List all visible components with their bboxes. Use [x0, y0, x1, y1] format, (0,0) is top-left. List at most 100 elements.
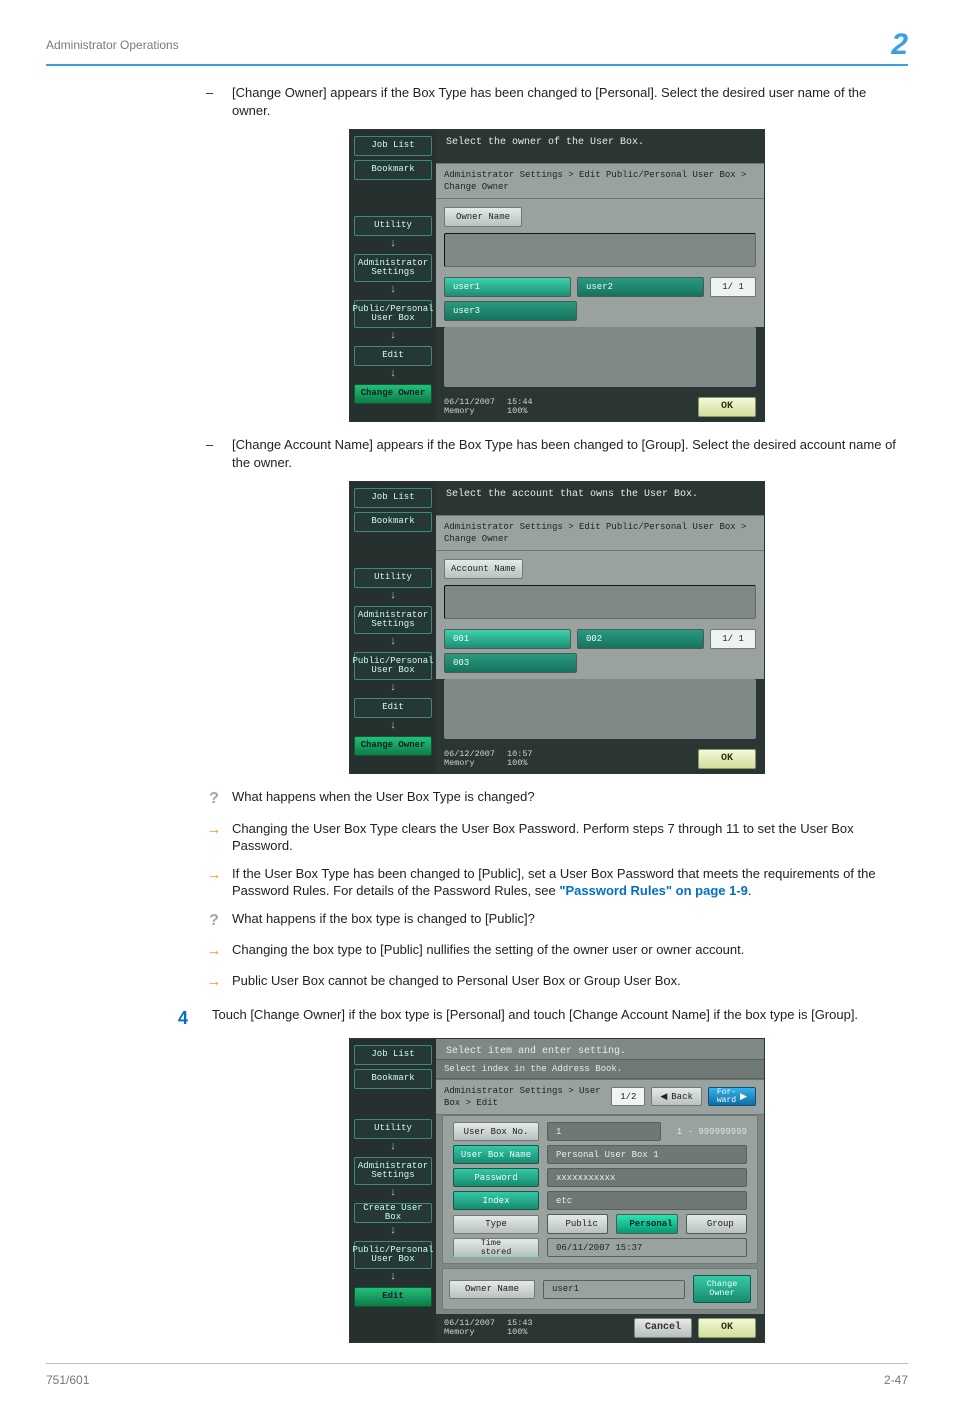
label-index[interactable]: Index [453, 1191, 539, 1210]
back-button[interactable]: ◀Back [651, 1087, 702, 1106]
side-create-user-box[interactable]: Create User Box [354, 1203, 432, 1223]
page-indicator: 1/2 [611, 1087, 645, 1106]
arrow-icon: ↓ [354, 370, 432, 380]
side-admin-settings[interactable]: Administrator Settings [354, 606, 432, 634]
value-user-box-name[interactable]: Personal User Box 1 [547, 1145, 747, 1164]
type-group[interactable]: Group [686, 1214, 747, 1234]
question-icon: ? [206, 910, 222, 932]
side-utility[interactable]: Utility [354, 216, 432, 236]
account-option-001[interactable]: 001 [444, 629, 571, 649]
account-name-field[interactable] [444, 585, 756, 619]
answer-item: →Public User Box cannot be changed to Pe… [206, 972, 908, 992]
side-bookmark[interactable]: Bookmark [354, 160, 432, 180]
panel-subhead: Select index in the Address Book. [436, 1059, 764, 1079]
owner-option-user1[interactable]: user1 [444, 277, 571, 297]
note-text: [Change Account Name] appears if the Box… [232, 436, 908, 471]
arrow-icon: ↓ [354, 1143, 432, 1153]
question-item: ?What happens if the box type is changed… [206, 910, 908, 932]
type-personal[interactable]: Personal [616, 1214, 677, 1234]
empty-area [444, 679, 756, 739]
answer-item: →Changing the User Box Type clears the U… [206, 820, 908, 855]
label-owner-name: Owner Name [449, 1280, 535, 1299]
status-area: 06/11/2007Memory 15:44100% [444, 398, 533, 416]
ok-button[interactable]: OK [698, 397, 756, 417]
panel-breadcrumb: Administrator Settings > Edit Public/Per… [436, 163, 764, 199]
side-utility[interactable]: Utility [354, 568, 432, 588]
status-area: 06/11/2007Memory 15:43100% [444, 1319, 533, 1337]
panel-breadcrumb: Administrator Settings > Edit Public/Per… [436, 515, 764, 551]
value-index[interactable]: etc [547, 1191, 747, 1210]
side-job-list[interactable]: Job List [354, 1045, 432, 1065]
arrow-right-icon: → [206, 820, 222, 840]
pager: 1/ 1 [710, 629, 756, 649]
panel-instruction: Select the owner of the User Box. [436, 130, 764, 153]
footer-right: 2-47 [884, 1372, 908, 1388]
side-bookmark[interactable]: Bookmark [354, 1069, 432, 1089]
panel-change-owner-group: Job List Bookmark Utility ↓ Administrato… [349, 481, 765, 774]
side-edit[interactable]: Edit [354, 1287, 432, 1307]
footer-left: 751/601 [46, 1372, 89, 1388]
arrow-icon: ↓ [354, 1273, 432, 1283]
account-option-003[interactable]: 003 [444, 653, 577, 673]
note-item: – [Change Owner] appears if the Box Type… [206, 84, 908, 119]
status-area: 06/12/2007Memory 10:57100% [444, 750, 533, 768]
arrow-right-icon: → [206, 972, 222, 992]
owner-option-user3[interactable]: user3 [444, 301, 577, 321]
ok-button[interactable]: OK [698, 1318, 756, 1338]
arrow-icon: ↓ [354, 240, 432, 250]
label-user-box-name[interactable]: User Box Name [453, 1145, 539, 1164]
side-edit[interactable]: Edit [354, 346, 432, 366]
panel-user-box-edit: Job List Bookmark Utility ↓ Administrato… [349, 1038, 765, 1343]
side-edit[interactable]: Edit [354, 698, 432, 718]
change-owner-button[interactable]: Change Owner [693, 1275, 751, 1303]
range-user-box-no: 1 - 999999999 [677, 1126, 747, 1138]
password-rules-link[interactable]: "Password Rules" on page 1-9 [559, 883, 748, 898]
arrow-icon: ↓ [354, 592, 432, 602]
label-password[interactable]: Password [453, 1168, 539, 1187]
owner-name-field[interactable] [444, 233, 756, 267]
side-bookmark[interactable]: Bookmark [354, 512, 432, 532]
side-utility[interactable]: Utility [354, 1119, 432, 1139]
arrow-right-icon: → [206, 865, 222, 885]
account-option-002[interactable]: 002 [577, 629, 704, 649]
note-item: – [Change Account Name] appears if the B… [206, 436, 908, 471]
field-label-account-name: Account Name [444, 559, 523, 579]
arrow-icon: ↓ [354, 1189, 432, 1199]
answer-item: →Changing the box type to [Public] nulli… [206, 941, 908, 961]
value-time-stored: 06/11/2007 15:37 [547, 1238, 747, 1257]
question-item: ?What happens when the User Box Type is … [206, 788, 908, 810]
side-admin-settings[interactable]: Administrator Settings [354, 254, 432, 282]
question-icon: ? [206, 788, 222, 810]
panel-change-owner-personal: Job List Bookmark Utility ↓ Administrato… [349, 129, 765, 422]
label-user-box-no: User Box No. [453, 1122, 539, 1141]
label-time-stored: Time stored [453, 1238, 539, 1257]
owner-option-user2[interactable]: user2 [577, 277, 704, 297]
arrow-icon: ↓ [354, 286, 432, 296]
side-public-personal[interactable]: Public/Personal User Box [354, 300, 432, 328]
arrow-icon: ↓ [354, 684, 432, 694]
side-job-list[interactable]: Job List [354, 136, 432, 156]
side-admin-settings[interactable]: Administrator Settings [354, 1157, 432, 1185]
panel-instruction: Select item and enter setting. [436, 1039, 764, 1059]
step-number: 4 [178, 1006, 188, 1030]
field-label-owner-name: Owner Name [444, 207, 522, 227]
cancel-button[interactable]: Cancel [634, 1318, 692, 1338]
forward-button[interactable]: For- ward▶ [708, 1087, 756, 1106]
step-text: Touch [Change Owner] if the box type is … [212, 1006, 858, 1024]
type-public[interactable]: Public [547, 1214, 608, 1234]
side-public-personal[interactable]: Public/Personal User Box [354, 652, 432, 680]
arrow-right-icon: → [206, 941, 222, 961]
label-type: Type [453, 1215, 539, 1234]
arrow-icon: ↓ [354, 332, 432, 342]
panel-breadcrumb: Administrator Settings > User Box > Edit [444, 1085, 605, 1109]
value-password[interactable]: xxxxxxxxxxx [547, 1168, 747, 1187]
side-job-list[interactable]: Job List [354, 488, 432, 508]
ok-button[interactable]: OK [698, 749, 756, 769]
chapter-number: 2 [891, 30, 908, 60]
value-owner-name: user1 [543, 1280, 685, 1299]
side-change-owner[interactable]: Change Owner [354, 384, 432, 404]
header-rule [46, 64, 908, 66]
side-public-personal[interactable]: Public/Personal User Box [354, 1241, 432, 1269]
value-user-box-no[interactable]: 1 [547, 1122, 661, 1141]
side-change-owner[interactable]: Change Owner [354, 736, 432, 756]
